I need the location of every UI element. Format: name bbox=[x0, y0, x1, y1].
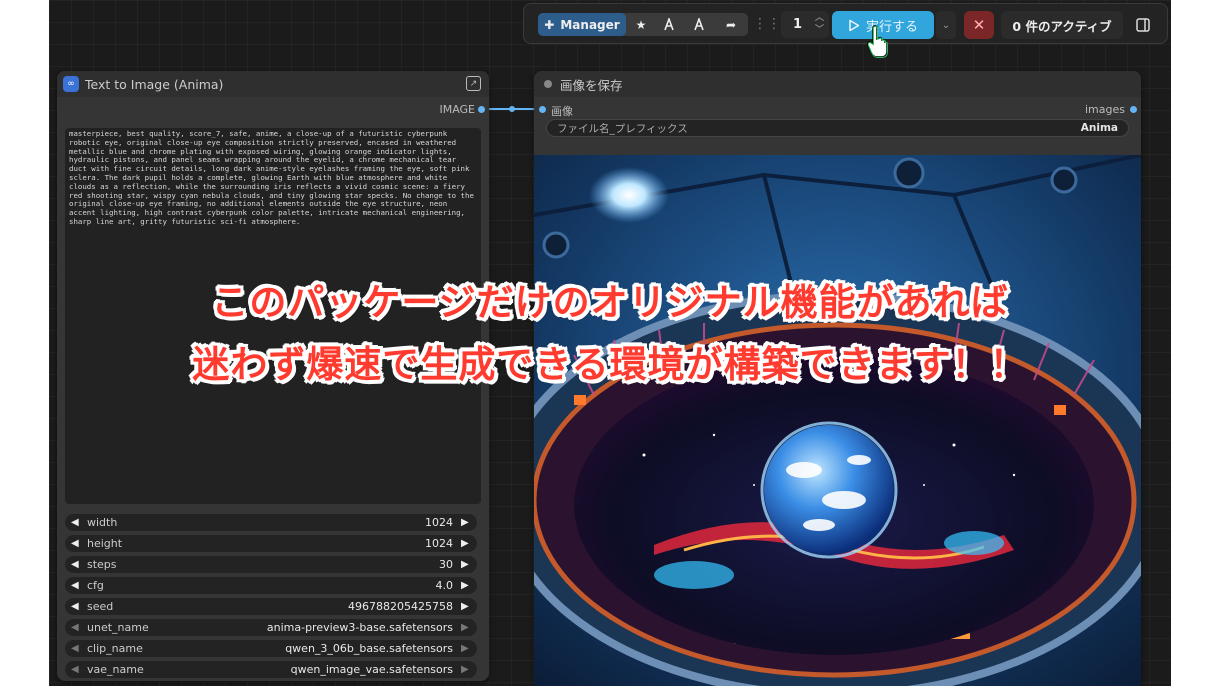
widget-height[interactable]: ◀ height 1024 ▶ bbox=[65, 535, 477, 552]
widget-clip-name[interactable]: ◀ clip_name qwen_3_06b_base.safetensors ▶ bbox=[65, 640, 477, 657]
widget-name: clip_name bbox=[87, 642, 143, 655]
node-status-dot bbox=[544, 80, 552, 88]
node-title: Text to Image (Anima) bbox=[85, 76, 224, 92]
decrement-arrow-icon[interactable]: ◀ bbox=[71, 664, 81, 675]
manager-button[interactable]: ✚ Manager bbox=[538, 13, 626, 36]
widget-value: qwen_image_vae.safetensors bbox=[290, 663, 453, 676]
panel-toggle-icon[interactable] bbox=[1128, 11, 1158, 39]
widget-value: 30 bbox=[439, 558, 453, 571]
decrement-arrow-icon[interactable]: ◀ bbox=[71, 517, 81, 528]
star-icon[interactable]: ★ bbox=[628, 13, 654, 36]
increment-arrow-icon[interactable]: ▶ bbox=[461, 559, 471, 570]
widget-name: width bbox=[87, 516, 118, 529]
widget-name: unet_name bbox=[87, 621, 149, 634]
increment-arrow-icon[interactable]: ▶ bbox=[461, 643, 471, 654]
batch-count-value: 1 bbox=[793, 17, 803, 32]
decrement-arrow-icon[interactable]: ◀ bbox=[71, 622, 81, 633]
widget-seed[interactable]: ◀ seed 496788205425758 ▶ bbox=[65, 598, 477, 615]
prefix-value: Anima bbox=[1080, 122, 1118, 134]
play-icon bbox=[849, 19, 860, 31]
top-toolbar: ✚ Manager ★ ➦ ⋮⋮ 1 ︿ ﹀ 実行する ⌄ ✕ 0 件のアクティブ bbox=[523, 3, 1168, 44]
stepper-arrows-icon[interactable]: ︿ ﹀ bbox=[815, 12, 824, 36]
puzzle-icon: ✚ bbox=[544, 17, 555, 32]
node-logo-icon: ∞ bbox=[63, 76, 79, 92]
widget-value: 496788205425758 bbox=[348, 600, 453, 613]
output-label-images: images bbox=[1085, 103, 1125, 116]
widget-name: height bbox=[87, 537, 123, 550]
decrement-arrow-icon[interactable]: ◀ bbox=[71, 538, 81, 549]
node-title-bar[interactable]: 画像を保存 bbox=[534, 71, 1141, 97]
widget-name: cfg bbox=[87, 579, 104, 592]
widget-name: steps bbox=[87, 558, 117, 571]
filename-prefix-field[interactable]: ファイル名_プレフィックス Anima bbox=[546, 119, 1129, 137]
increment-arrow-icon[interactable]: ▶ bbox=[461, 664, 471, 675]
manager-label: Manager bbox=[560, 17, 620, 32]
node-title: 画像を保存 bbox=[560, 77, 623, 93]
cancel-close-icon[interactable]: ✕ bbox=[964, 11, 994, 39]
widget-value: anima-preview3-base.safetensors bbox=[266, 621, 453, 634]
widget-value: qwen_3_06b_base.safetensors bbox=[285, 642, 453, 655]
generated-image bbox=[534, 155, 1141, 686]
queue-status-button[interactable]: 0 件のアクティブ bbox=[1001, 11, 1123, 39]
decrement-arrow-icon[interactable]: ◀ bbox=[71, 643, 81, 654]
caption-line-2: 迷わず爆速で生成できる環境が構築できます！！ bbox=[192, 343, 1028, 386]
decrement-arrow-icon[interactable]: ◀ bbox=[71, 559, 81, 570]
widget-cfg[interactable]: ◀ cfg 4.0 ▶ bbox=[65, 577, 477, 594]
bookmark-a-alt-icon[interactable] bbox=[686, 13, 712, 36]
output-slot-image[interactable] bbox=[478, 106, 485, 113]
node-title-bar[interactable]: ∞ Text to Image (Anima) ↗ bbox=[57, 71, 489, 97]
widget-vae-name[interactable]: ◀ vae_name qwen_image_vae.safetensors ▶ bbox=[65, 661, 477, 678]
queue-label: 0 件のアクティブ bbox=[1012, 18, 1112, 34]
expand-icon[interactable]: ↗ bbox=[466, 76, 481, 91]
batch-count-input[interactable]: 1 ︿ ﹀ bbox=[781, 11, 829, 38]
increment-arrow-icon[interactable]: ▶ bbox=[461, 517, 471, 528]
increment-arrow-icon[interactable]: ▶ bbox=[461, 601, 471, 612]
share-arrow-icon[interactable]: ➦ bbox=[718, 13, 744, 36]
prefix-label: ファイル名_プレフィックス bbox=[557, 122, 688, 135]
decrement-arrow-icon[interactable]: ◀ bbox=[71, 601, 81, 612]
decrement-arrow-icon[interactable]: ◀ bbox=[71, 580, 81, 591]
caption-line-1: このパッケージだけのオリジナル機能があれば bbox=[211, 281, 1009, 324]
output-label-image: IMAGE bbox=[439, 103, 475, 116]
increment-arrow-icon[interactable]: ▶ bbox=[461, 580, 471, 591]
input-slot-image[interactable] bbox=[539, 106, 546, 113]
hand-cursor-icon bbox=[867, 25, 888, 58]
run-options-chevron-icon[interactable]: ⌄ bbox=[936, 11, 956, 39]
input-label-image: 画像 bbox=[551, 105, 573, 118]
widget-width[interactable]: ◀ width 1024 ▶ bbox=[65, 514, 477, 531]
widget-name: vae_name bbox=[87, 663, 144, 676]
widget-unet-name[interactable]: ◀ unet_name anima-preview3-base.safetensor… bbox=[65, 619, 477, 636]
bookmark-a-icon[interactable] bbox=[656, 13, 682, 36]
widget-value: 4.0 bbox=[435, 579, 454, 592]
widget-value: 1024 bbox=[425, 516, 453, 529]
drag-handle-icon[interactable]: ⋮⋮ bbox=[753, 16, 781, 32]
increment-arrow-icon[interactable]: ▶ bbox=[461, 622, 471, 633]
widget-name: seed bbox=[87, 600, 114, 613]
output-slot-images[interactable] bbox=[1130, 106, 1137, 113]
widget-steps[interactable]: ◀ steps 30 ▶ bbox=[65, 556, 477, 573]
widget-value: 1024 bbox=[425, 537, 453, 550]
increment-arrow-icon[interactable]: ▶ bbox=[461, 538, 471, 549]
